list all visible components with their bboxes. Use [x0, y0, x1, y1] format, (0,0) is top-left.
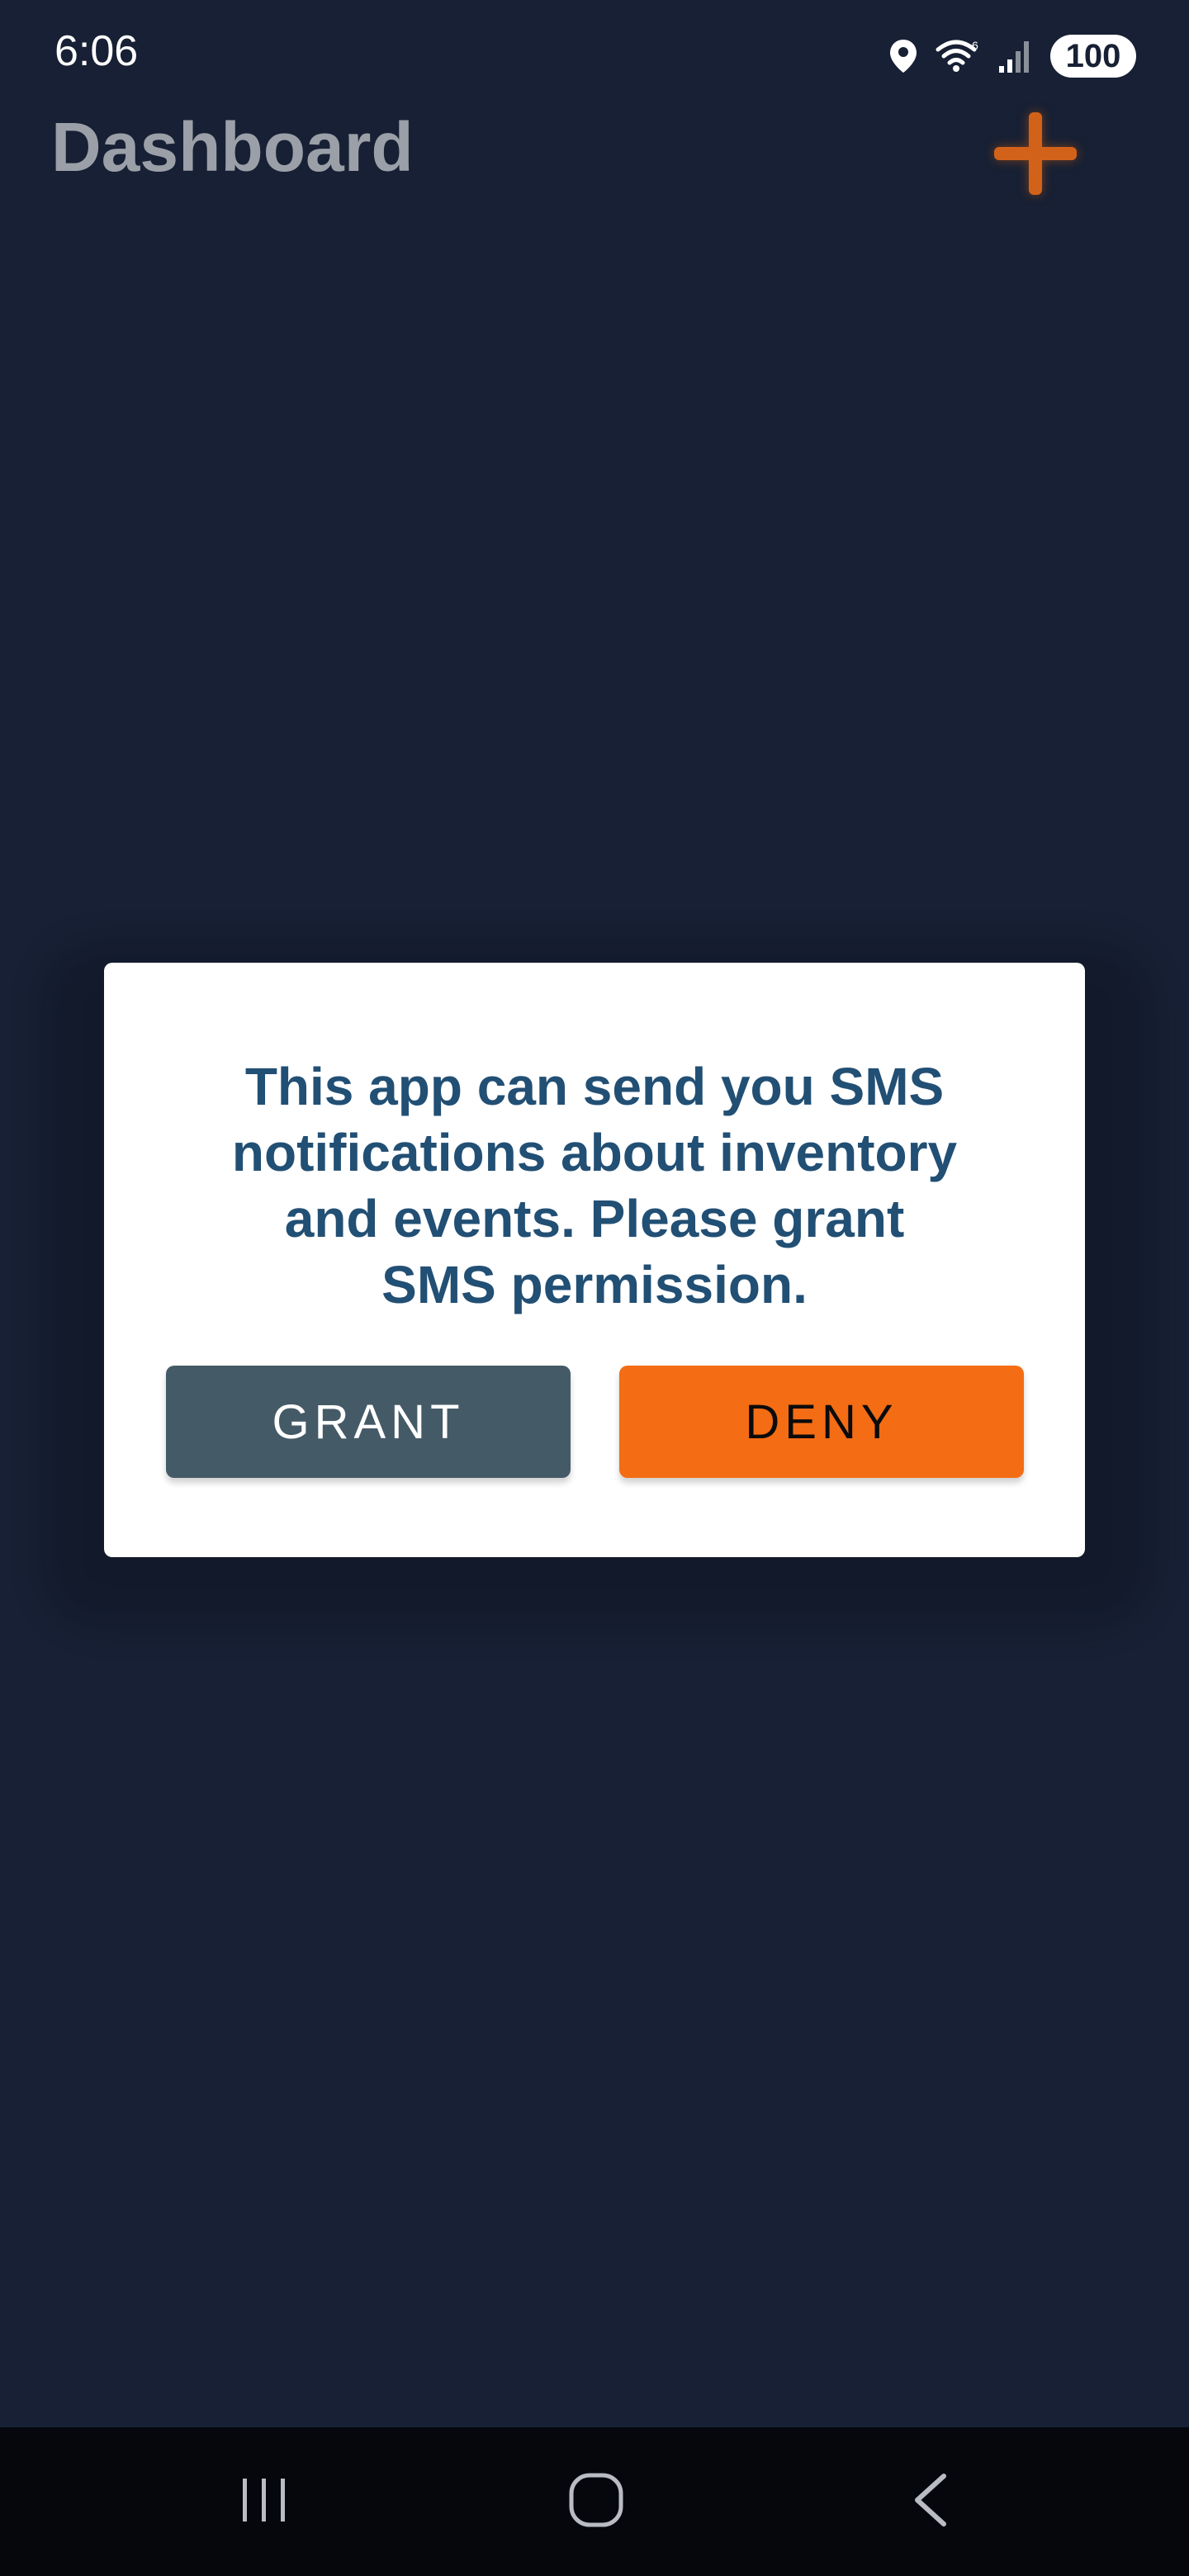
back-icon — [909, 2471, 950, 2533]
status-time: 6:06 — [54, 27, 139, 75]
signal-icon — [997, 38, 1034, 74]
location-icon — [888, 38, 918, 74]
recent-apps-icon — [238, 2475, 291, 2529]
home-button[interactable] — [514, 2427, 679, 2576]
home-icon — [568, 2472, 624, 2532]
status-icons: 6 100 — [888, 33, 1136, 79]
add-button[interactable] — [988, 106, 1083, 201]
back-button[interactable] — [847, 2427, 1012, 2576]
deny-button[interactable]: DENY — [619, 1366, 1024, 1478]
navigation-bar — [0, 2427, 1189, 2576]
svg-text:6: 6 — [972, 39, 978, 52]
dialog-message: This app can send you SMS notifications … — [231, 1057, 958, 1314]
page-title: Dashboard — [51, 108, 414, 186]
recent-apps-button[interactable] — [182, 2427, 347, 2576]
wifi-icon: 6 — [935, 38, 981, 74]
permission-dialog: This app can send you SMS notifications … — [104, 963, 1085, 1557]
plus-icon — [988, 112, 1083, 205]
grant-button[interactable]: GRANT — [166, 1366, 571, 1478]
battery-icon: 100 — [1050, 35, 1136, 78]
status-bar: 6:06 6 100 — [0, 0, 1189, 107]
